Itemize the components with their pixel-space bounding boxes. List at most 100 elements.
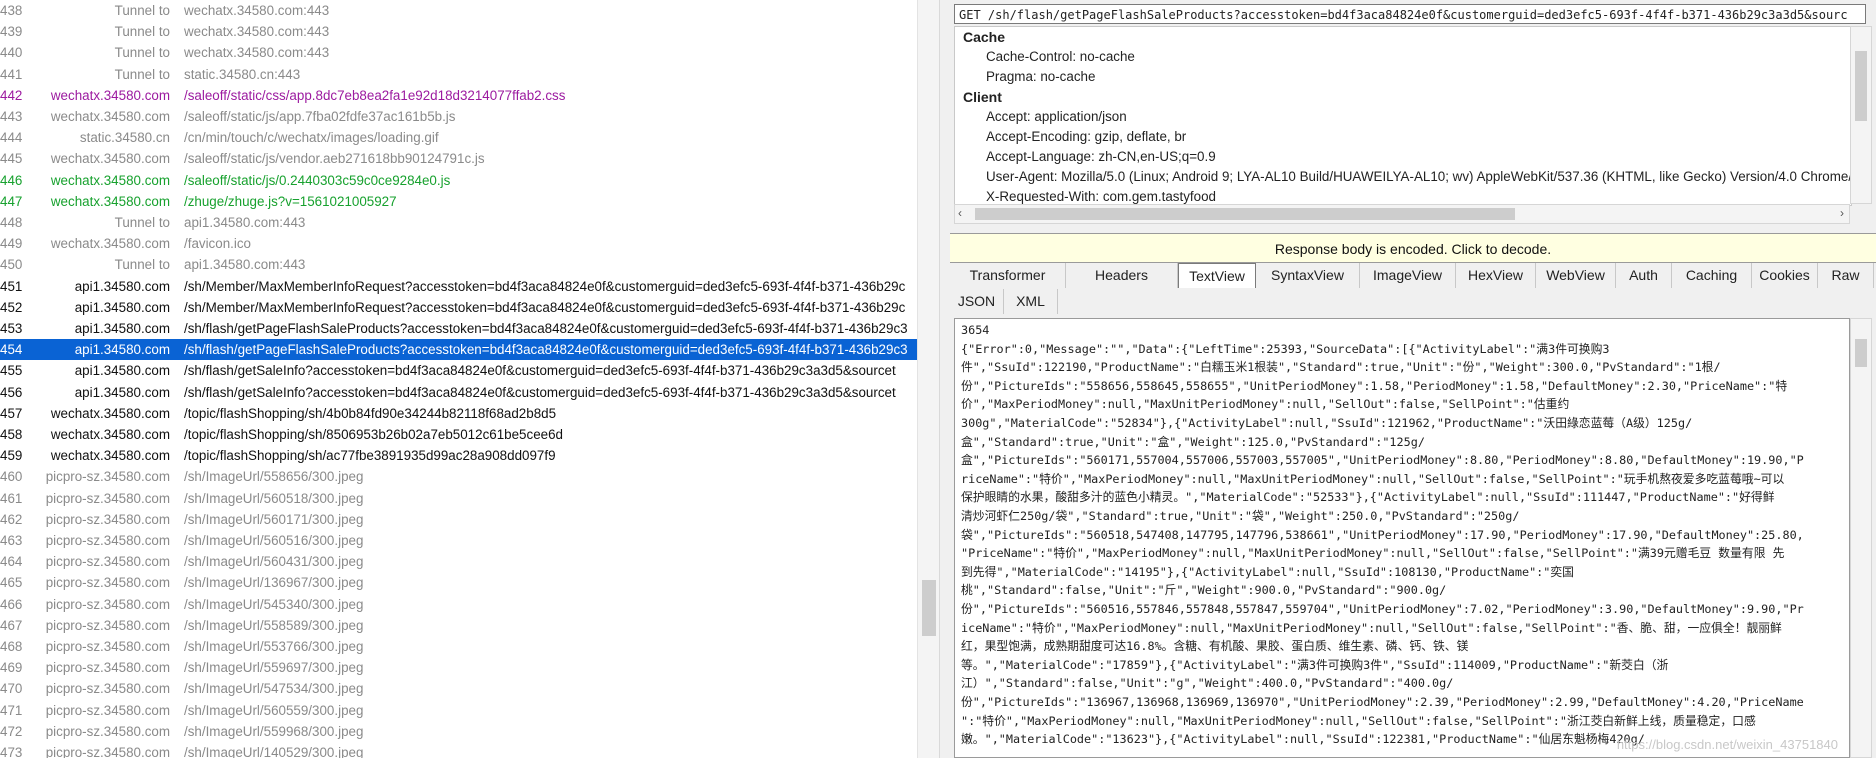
header-line[interactable]: Accept-Language: zh-CN,en-US;q=0.9 bbox=[986, 149, 1216, 164]
tab-transformer[interactable]: Transformer bbox=[950, 263, 1066, 288]
decode-notice-bar[interactable]: Response body is encoded. Click to decod… bbox=[950, 233, 1876, 263]
session-row[interactable]: 461 picpro-sz.34580.com/sh/ImageUrl/56051… bbox=[0, 488, 917, 509]
session-row[interactable]: 439 Tunnel to wechatx.34580.com:443 bbox=[0, 21, 917, 42]
session-host: picpro-sz.34580.com bbox=[45, 660, 170, 676]
session-url: /topic/flashShopping/sh/ac77fbe3891935d9… bbox=[184, 448, 556, 464]
tab-hexview[interactable]: HexView bbox=[1456, 263, 1536, 288]
session-num: 471 bbox=[0, 702, 23, 718]
header-group-title[interactable]: Client bbox=[963, 89, 1002, 105]
session-row[interactable]: 459 wechatx.34580.com/topic/flashShopping… bbox=[0, 445, 917, 466]
session-row[interactable]: 443 wechatx.34580.com/saleoff/static/js/a… bbox=[0, 106, 917, 127]
scrollbar-thumb[interactable] bbox=[922, 580, 936, 636]
session-url: /sh/flash/getSaleInfo?accesstoken=bd4f3a… bbox=[184, 363, 896, 379]
session-row[interactable]: 463 picpro-sz.34580.com/sh/ImageUrl/56051… bbox=[0, 530, 917, 551]
body-text-line: 清炒河虾仁250g/袋","Standard":true,"Unit":"袋",… bbox=[961, 509, 1520, 523]
session-num: 440 bbox=[0, 45, 23, 61]
tab-auth[interactable]: Auth bbox=[1616, 263, 1672, 288]
session-row[interactable]: 471 picpro-sz.34580.com/sh/ImageUrl/56055… bbox=[0, 700, 917, 721]
header-line[interactable]: User-Agent: Mozilla/5.0 (Linux; Android … bbox=[986, 169, 1851, 184]
scrollbar-thumb[interactable] bbox=[1855, 339, 1867, 367]
tab-headers[interactable]: Headers bbox=[1066, 263, 1178, 288]
session-num: 455 bbox=[0, 363, 23, 379]
tab-textview[interactable]: TextView bbox=[1178, 263, 1256, 288]
session-row[interactable]: 466 picpro-sz.34580.com/sh/ImageUrl/54534… bbox=[0, 594, 917, 615]
session-num: 456 bbox=[0, 384, 23, 400]
session-row[interactable]: 453 api1.34580.com/sh/flash/getPageFlashS… bbox=[0, 318, 917, 339]
session-row[interactable]: 454 api1.34580.com/sh/flash/getPageFlashS… bbox=[0, 339, 917, 361]
session-row[interactable]: 451 api1.34580.com/sh/Member/MaxMemberInf… bbox=[0, 276, 917, 297]
body-text-line: 保护眼睛的水果，酸甜多汁的蓝色小精灵。","MaterialCode":"525… bbox=[961, 490, 1775, 505]
session-row[interactable]: 464 picpro-sz.34580.com/sh/ImageUrl/56043… bbox=[0, 551, 917, 572]
session-num: 449 bbox=[0, 236, 23, 252]
session-row[interactable]: 438 Tunnel to wechatx.34580.com:443 bbox=[0, 0, 917, 21]
session-num: 470 bbox=[0, 681, 23, 697]
scrollbar-thumb[interactable] bbox=[1855, 51, 1867, 121]
tab-xml[interactable]: XML bbox=[1004, 289, 1058, 314]
session-host: picpro-sz.34580.com bbox=[45, 596, 170, 612]
headers-vertical-scrollbar[interactable] bbox=[1850, 26, 1872, 204]
session-row[interactable]: 440 Tunnel to wechatx.34580.com:443 bbox=[0, 42, 917, 63]
session-row[interactable]: 460 picpro-sz.34580.com/sh/ImageUrl/55865… bbox=[0, 466, 917, 487]
tab-syntaxview[interactable]: SyntaxView bbox=[1256, 263, 1360, 288]
scrollbar-thumb[interactable] bbox=[975, 208, 1515, 220]
request-line[interactable]: GET /sh/flash/getPageFlashSaleProducts?a… bbox=[954, 4, 1866, 24]
body-text-line: 江）","Standard":false,"Unit":"g","Weight"… bbox=[961, 676, 1454, 691]
session-row[interactable]: 462 picpro-sz.34580.com/sh/ImageUrl/56017… bbox=[0, 509, 917, 530]
session-row[interactable]: 465 picpro-sz.34580.com/sh/ImageUrl/13696… bbox=[0, 572, 917, 593]
session-url: /sh/flash/getPageFlashSaleProducts?acces… bbox=[184, 342, 908, 358]
header-line[interactable]: Accept-Encoding: gzip, deflate, br bbox=[986, 129, 1186, 144]
header-line[interactable]: X-Requested-With: com.gem.tastyfood bbox=[986, 189, 1216, 204]
session-row[interactable]: 455 api1.34580.com/sh/flash/getSaleInfo?a… bbox=[0, 360, 917, 381]
session-row[interactable]: 457 wechatx.34580.com/topic/flashShopping… bbox=[0, 403, 917, 424]
session-row[interactable]: 444 static.34580.cn/cn/min/touch/c/wechat… bbox=[0, 127, 917, 148]
session-row[interactable]: 442 wechatx.34580.com/saleoff/static/css/… bbox=[0, 85, 917, 106]
scroll-right-arrow-icon[interactable]: › bbox=[1840, 206, 1844, 220]
session-row[interactable]: 448 Tunnel to api1.34580.com:443 bbox=[0, 212, 917, 233]
header-line[interactable]: Cache-Control: no-cache bbox=[986, 49, 1135, 64]
session-row[interactable]: 446 wechatx.34580.com/saleoff/static/js/0… bbox=[0, 170, 917, 191]
session-url: /sh/ImageUrl/560431/300.jpeg bbox=[184, 554, 364, 570]
session-num: 442 bbox=[0, 87, 23, 103]
session-host: Tunnel to bbox=[114, 24, 170, 40]
session-num: 441 bbox=[0, 66, 23, 82]
session-url: /sh/ImageUrl/545340/300.jpeg bbox=[184, 596, 364, 612]
session-row[interactable]: 456 api1.34580.com/sh/flash/getSaleInfo?a… bbox=[0, 382, 917, 403]
tab-imageview[interactable]: ImageView bbox=[1360, 263, 1456, 288]
session-url: /sh/ImageUrl/558589/300.jpeg bbox=[184, 617, 364, 633]
session-row[interactable]: 450 Tunnel to api1.34580.com:443 bbox=[0, 254, 917, 275]
session-num: 469 bbox=[0, 660, 23, 676]
header-line[interactable]: Pragma: no-cache bbox=[986, 69, 1095, 84]
header-group-title[interactable]: Cache bbox=[963, 29, 1005, 45]
session-row[interactable]: 449 wechatx.34580.com/favicon.ico bbox=[0, 233, 917, 254]
scroll-left-arrow-icon[interactable]: ‹ bbox=[958, 206, 962, 220]
session-row[interactable]: 472 picpro-sz.34580.com/sh/ImageUrl/55996… bbox=[0, 721, 917, 742]
header-line[interactable]: Accept: application/json bbox=[986, 109, 1127, 124]
body-text-line: 桃","Standard":false,"Unit":"斤","Weight":… bbox=[961, 583, 1447, 598]
tab-caching[interactable]: Caching bbox=[1672, 263, 1752, 288]
response-body-textview[interactable]: 3654 {"Error":0,"Message":"","Data":{"Lef… bbox=[954, 318, 1850, 758]
body-text-line: 等。","MaterialCode":"17859"},{"ActivityLa… bbox=[961, 657, 1669, 672]
session-row[interactable]: 447 wechatx.34580.com/zhuge/zhuge.js?v=15… bbox=[0, 191, 917, 212]
tab-cookies[interactable]: Cookies bbox=[1752, 263, 1818, 288]
body-vertical-scrollbar[interactable] bbox=[1850, 318, 1872, 758]
session-row[interactable]: 441 Tunnel to static.34580.cn:443 bbox=[0, 64, 917, 85]
session-host: wechatx.34580.com bbox=[50, 172, 170, 188]
tab-webview[interactable]: WebView bbox=[1536, 263, 1616, 288]
session-num: 466 bbox=[0, 596, 23, 612]
headers-horizontal-scrollbar[interactable]: ‹ › bbox=[954, 204, 1850, 224]
session-row[interactable]: 468 picpro-sz.34580.com/sh/ImageUrl/55376… bbox=[0, 636, 917, 657]
session-list[interactable]: 438 Tunnel to wechatx.34580.com:443 439 Tunn… bbox=[0, 0, 917, 758]
session-row[interactable]: 467 picpro-sz.34580.com/sh/ImageUrl/55858… bbox=[0, 615, 917, 636]
session-list-scrollbar[interactable] bbox=[917, 0, 940, 758]
session-row[interactable]: 473 picpro-sz.34580.com/sh/ImageUrl/14052… bbox=[0, 742, 917, 758]
session-row[interactable]: 458 wechatx.34580.com/topic/flashShopping… bbox=[0, 424, 917, 445]
session-row[interactable]: 445 wechatx.34580.com/saleoff/static/js/v… bbox=[0, 148, 917, 169]
tab-raw[interactable]: Raw bbox=[1818, 263, 1874, 288]
body-text-line: 份","PictureIds":"136967,136968,136969,13… bbox=[961, 695, 1804, 709]
session-url: /sh/ImageUrl/559697/300.jpeg bbox=[184, 660, 364, 676]
session-row[interactable]: 469 picpro-sz.34580.com/sh/ImageUrl/55969… bbox=[0, 657, 917, 678]
session-url: static.34580.cn:443 bbox=[184, 66, 301, 82]
session-row[interactable]: 452 api1.34580.com/sh/Member/MaxMemberInf… bbox=[0, 297, 917, 318]
session-row[interactable]: 470 picpro-sz.34580.com/sh/ImageUrl/54753… bbox=[0, 678, 917, 699]
tab-json[interactable]: JSON bbox=[950, 289, 1004, 314]
